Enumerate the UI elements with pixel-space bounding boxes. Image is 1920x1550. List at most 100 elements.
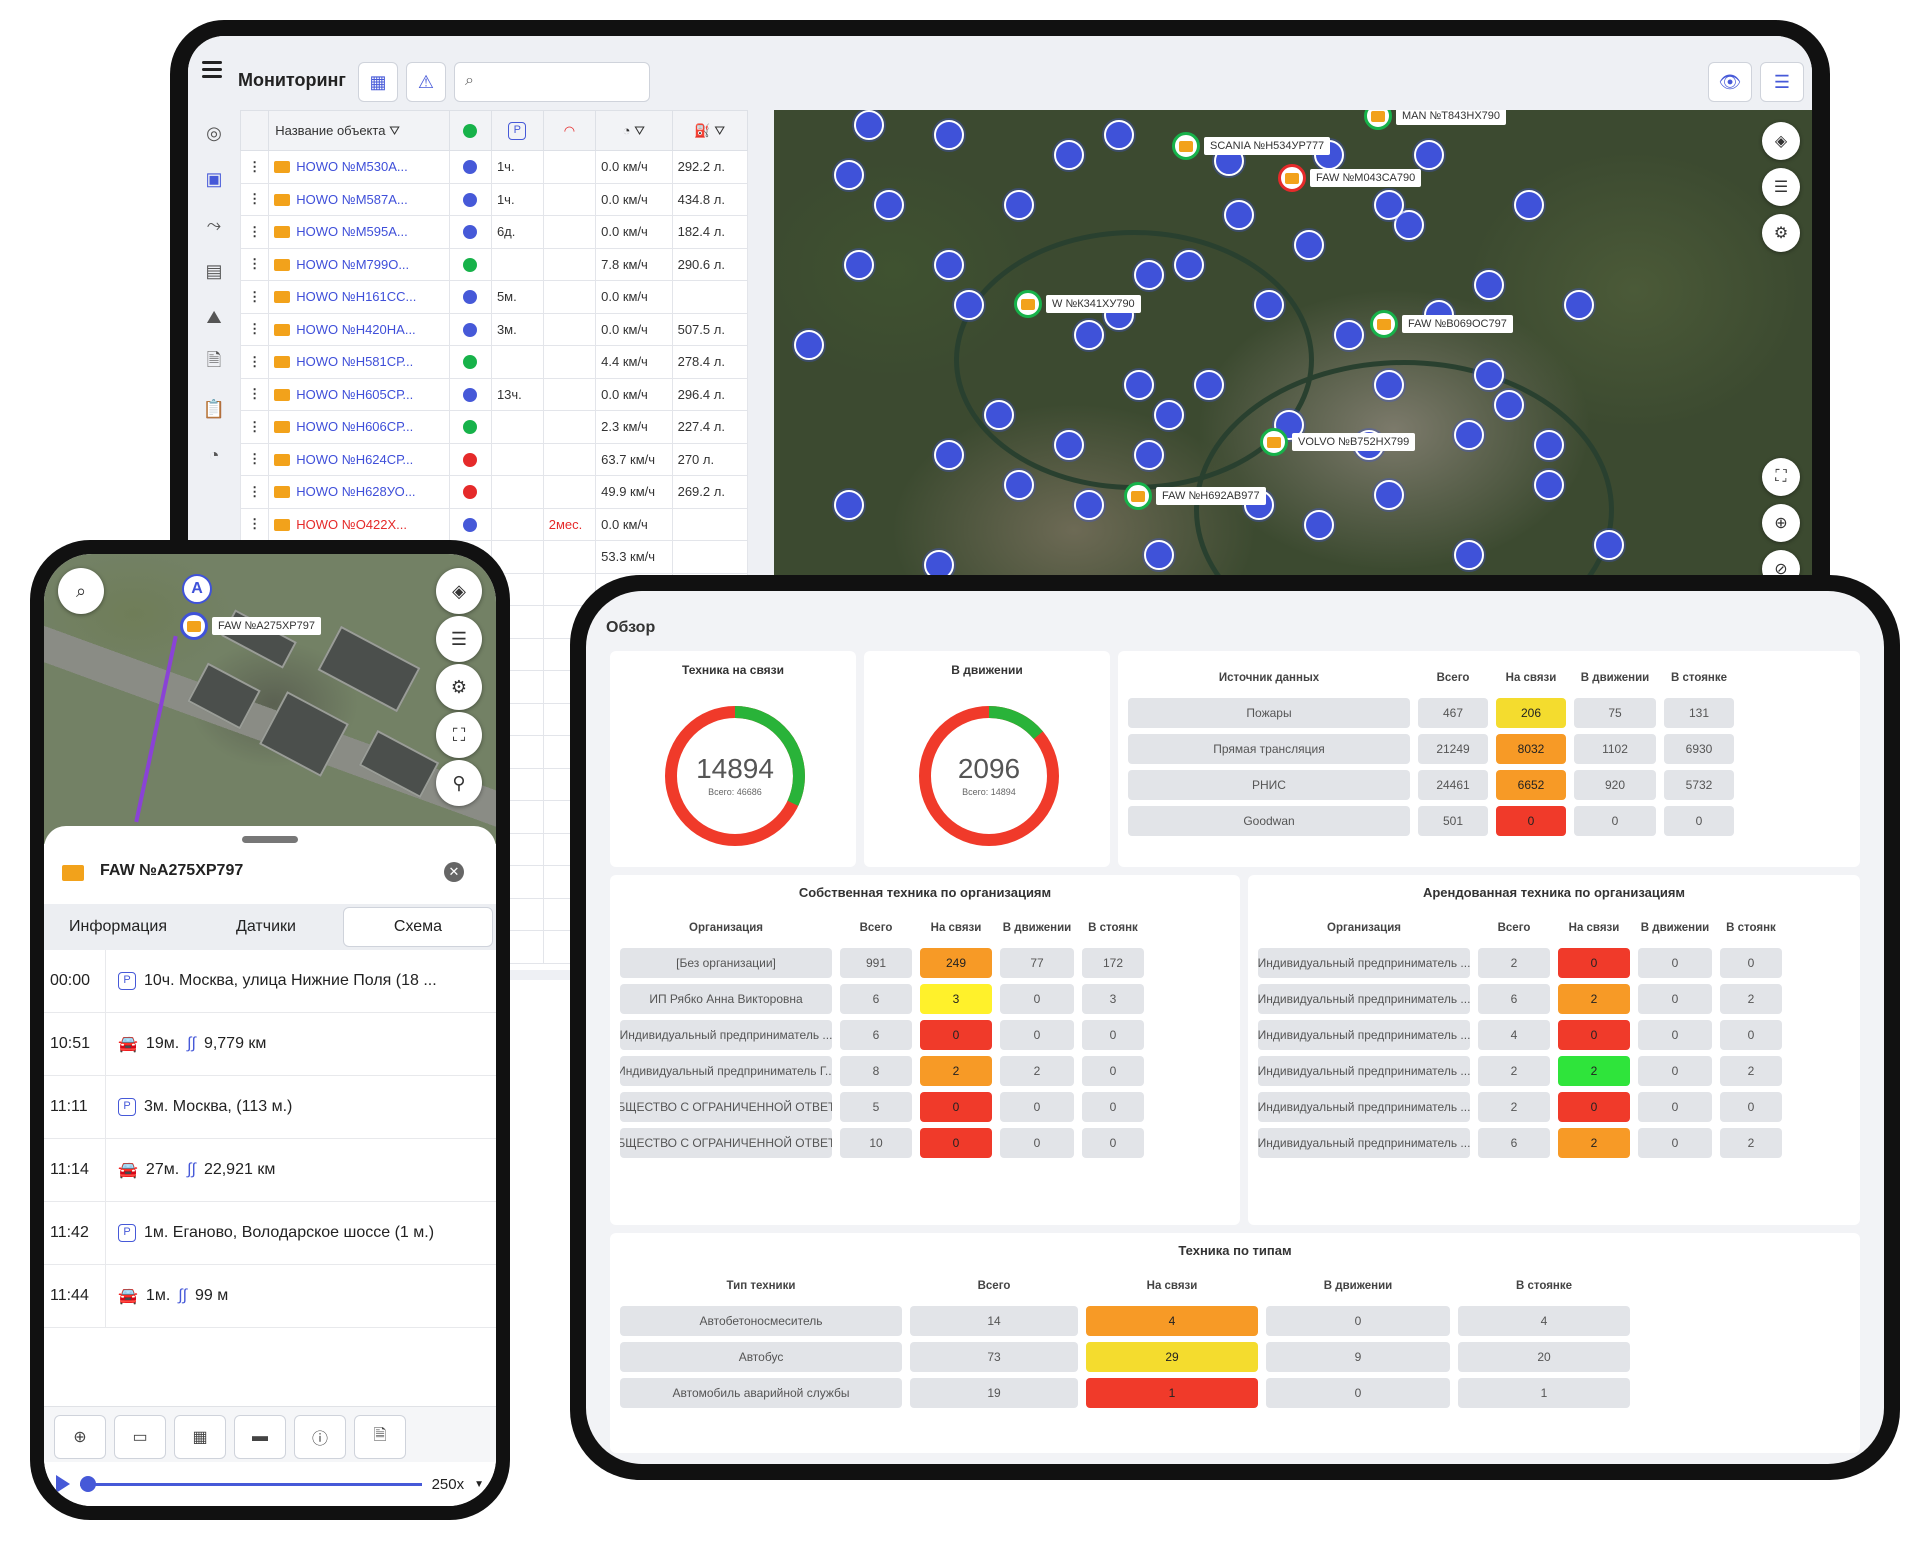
column-header[interactable]: Организация	[1254, 911, 1474, 945]
table-row[interactable]: Прямая трансляция 21249 8032 1102 6930	[1124, 731, 1854, 767]
table-row[interactable]: ⋮ HOWO №Н606СР... 2.3 км/ч 227.4 л.	[239, 410, 749, 444]
list-button[interactable]: ☰	[436, 616, 482, 662]
table-row[interactable]: ⋮ HOWO №О422Х... 2мес. 0.0 км/ч	[239, 507, 749, 541]
vehicle-marker[interactable]: MAN №Т843НХ790	[1364, 110, 1507, 130]
tab-scheme[interactable]: Схема	[343, 907, 493, 947]
table-row[interactable]: Индивидуальный предприниматель ... 2 0 0 0	[1254, 1089, 1860, 1125]
column-header[interactable]: В движении	[1634, 911, 1716, 945]
fit-bounds-button[interactable]: ⛶	[436, 712, 482, 758]
cluster-marker[interactable]	[844, 250, 874, 280]
nav-list-icon[interactable]: ▤	[188, 248, 240, 294]
column-header[interactable]: В стоянке	[1660, 661, 1738, 695]
cluster-marker[interactable]	[1174, 250, 1204, 280]
table-row[interactable]: ИП Рябко Анна Викторовна 6 3 0 3	[616, 981, 1240, 1017]
table-row[interactable]: ⋮ HOWO №Н628УО... 49.9 км/ч 269.2 л.	[239, 475, 749, 509]
vehicle-marker[interactable]: W №К341ХУ790	[1014, 290, 1141, 318]
row-menu-icon[interactable]: ⋮	[239, 150, 270, 184]
object-name[interactable]: HOWO №О422Х...	[268, 507, 450, 541]
vehicle-marker[interactable]: VOLVO №В752НХ799	[1260, 428, 1416, 456]
cluster-marker[interactable]	[1134, 440, 1164, 470]
cluster-marker[interactable]	[1134, 260, 1164, 290]
cluster-marker[interactable]	[1594, 530, 1624, 560]
filter-icon[interactable]: ⛛	[389, 123, 400, 138]
table-row[interactable]: ⋮ HOWO №Н605СР... 13ч. 0.0 км/ч 296.4 л.	[239, 377, 749, 411]
playback-speed[interactable]: 250x	[432, 1476, 465, 1493]
cluster-marker[interactable]	[1104, 120, 1134, 150]
list-item[interactable]: 11:11 P 3м. Москва, (113 м.)	[44, 1076, 496, 1139]
table-row[interactable]: Индивидуальный предприниматель ... 6 2 0 2	[1254, 1125, 1860, 1161]
table-row[interactable]: Автобетоносмеситель 14 4 0 4	[616, 1303, 1854, 1339]
row-menu-icon[interactable]: ⋮	[239, 182, 270, 216]
column-header[interactable]: В стоянк	[1078, 911, 1148, 945]
cluster-marker[interactable]	[1534, 470, 1564, 500]
list-button[interactable]: ☰	[1762, 168, 1800, 206]
close-icon[interactable]: ✕	[444, 862, 464, 882]
column-header[interactable]: Всего	[906, 1269, 1082, 1303]
ruler-button[interactable]: ▬	[234, 1415, 286, 1459]
chevron-down-icon[interactable]: ▼	[474, 1479, 484, 1490]
cluster-marker[interactable]	[1294, 230, 1324, 260]
cluster-marker[interactable]	[1154, 400, 1184, 430]
column-header[interactable]: На связи	[1082, 1269, 1262, 1303]
column-header[interactable]: В движении	[1570, 661, 1660, 695]
report-button[interactable]: 🗎	[354, 1415, 406, 1459]
layers-button[interactable]: ◈	[1762, 122, 1800, 160]
slider-handle[interactable]	[80, 1475, 96, 1492]
nav-gauge-icon[interactable]: ◔	[188, 432, 240, 478]
table-row[interactable]: Goodwan 501 0 0 0	[1124, 803, 1854, 839]
row-menu-icon[interactable]: ⋮	[239, 442, 270, 476]
row-menu-icon[interactable]: ⋮	[239, 312, 270, 346]
column-header[interactable]: На связи	[1492, 661, 1570, 695]
vehicle-marker[interactable]: FAW №М043СА790	[1278, 164, 1422, 192]
object-name[interactable]: HOWO №М587А...	[268, 182, 450, 216]
locate-button[interactable]: ⊕	[54, 1415, 106, 1459]
cluster-marker[interactable]	[934, 250, 964, 280]
cluster-marker[interactable]	[1304, 510, 1334, 540]
table-row[interactable]: ОБЩЕСТВО С ОГРАНИЧЕННОЙ ОТВЕТ...5000	[616, 1089, 1240, 1125]
cluster-marker[interactable]	[1454, 540, 1484, 570]
info-button[interactable]: ⓘ	[294, 1415, 346, 1459]
cluster-marker[interactable]	[1534, 430, 1564, 460]
phone-map[interactable]: ⌕ A FAW №А275ХР797 ◈ ☰ ⚙ ⛶ ⚲	[44, 554, 496, 844]
column-header[interactable]: В стоянк	[1716, 911, 1786, 945]
column-header[interactable]: В движении	[996, 911, 1078, 945]
row-menu-icon[interactable]: ⋮	[239, 377, 270, 411]
list-item[interactable]: 11:42 P 1м. Еганово, Володарское шоссе (1 …	[44, 1202, 496, 1265]
filter-icon[interactable]: ⛛	[634, 123, 645, 138]
column-header[interactable]: Источник данных	[1124, 661, 1414, 695]
cluster-marker[interactable]	[1004, 470, 1034, 500]
cluster-marker[interactable]	[1454, 420, 1484, 450]
cluster-marker[interactable]	[834, 160, 864, 190]
cluster-marker[interactable]	[1054, 430, 1084, 460]
cluster-marker[interactable]	[1074, 490, 1104, 520]
nav-clipboard-icon[interactable]: 📋	[188, 386, 240, 432]
table-row[interactable]: Автобус 73 29 9 20	[616, 1339, 1854, 1375]
cluster-marker[interactable]	[1224, 200, 1254, 230]
cluster-marker[interactable]	[1374, 190, 1404, 220]
cluster-marker[interactable]	[1074, 320, 1104, 350]
column-header[interactable]: В движении	[1262, 1269, 1454, 1303]
cluster-marker[interactable]	[934, 120, 964, 150]
table-view-button[interactable]: ▦	[358, 62, 398, 102]
object-name[interactable]: HOWO №М530А...	[268, 150, 450, 184]
cluster-marker[interactable]	[1004, 190, 1034, 220]
row-menu-icon[interactable]: ⋮	[239, 280, 270, 314]
nav-chart-icon[interactable]: ⛰	[188, 294, 240, 340]
cluster-marker[interactable]	[1564, 290, 1594, 320]
object-name[interactable]: HOWO №М799О...	[268, 247, 450, 281]
nav-document-icon[interactable]: 🗎	[188, 340, 240, 386]
cluster-marker[interactable]	[874, 190, 904, 220]
cluster-marker[interactable]	[1194, 370, 1224, 400]
alerts-button[interactable]: ⚠	[406, 62, 446, 102]
cluster-marker[interactable]	[1374, 370, 1404, 400]
row-menu-icon[interactable]: ⋮	[239, 247, 270, 281]
table-row[interactable]: Индивидуальный предприниматель ... 6 2 0 2	[1254, 981, 1860, 1017]
list-item[interactable]: 11:14 🚘 27м. ∫∫ 22,921 км	[44, 1139, 496, 1202]
playback-slider[interactable]	[80, 1475, 422, 1492]
table-row[interactable]: Индивидуальный предприниматель Г... 8 2 2 0	[616, 1053, 1240, 1089]
play-icon[interactable]	[56, 1475, 70, 1493]
row-menu-icon[interactable]: ⋮	[239, 507, 270, 541]
table-row[interactable]: ⋮ HOWO №Н420НА... 3м. 0.0 км/ч 507.5 л.	[239, 312, 749, 346]
table-row[interactable]: ⋮ HOWO №М595А... 6д. 0.0 км/ч 182.4 л.	[239, 215, 749, 249]
column-header[interactable]: Организация	[616, 911, 836, 945]
